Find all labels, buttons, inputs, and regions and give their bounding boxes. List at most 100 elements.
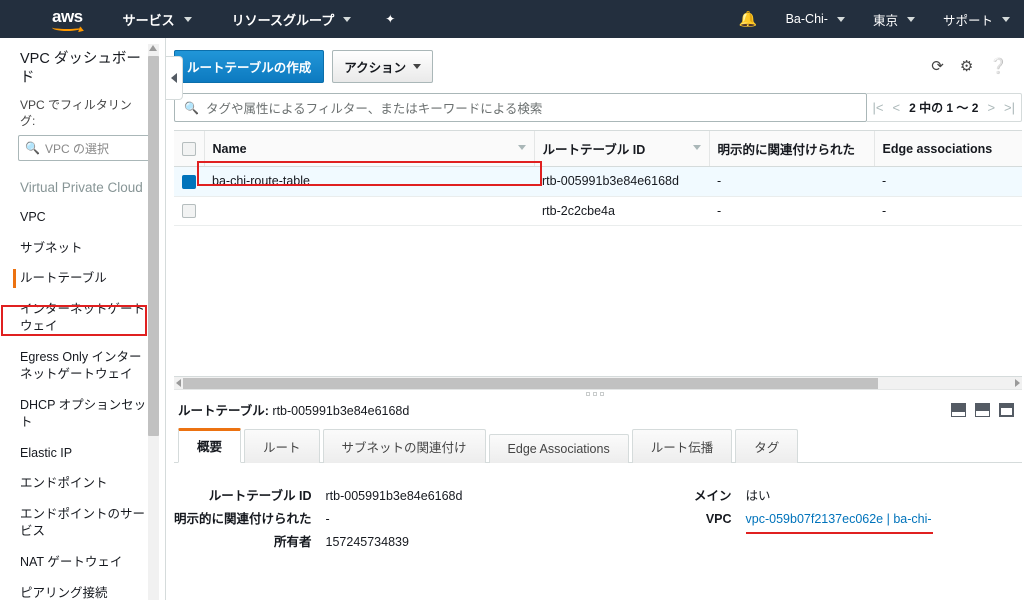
- page-title: VPC ダッシュボード: [20, 51, 141, 87]
- panel-full-icon[interactable]: [999, 402, 1014, 417]
- scroll-left-arrow-icon[interactable]: [176, 379, 181, 387]
- route-tables-table-container: Name ルートテーブル ID 明示的に関連付けられた Edge associa…: [174, 130, 1022, 377]
- nav-resource-groups-label: リソースグループ: [231, 12, 335, 28]
- grip-dot: [586, 392, 590, 396]
- column-header-edge-associations[interactable]: Edge associations: [873, 131, 1022, 167]
- sidebar-item-elastic-ips[interactable]: Elastic IP: [0, 438, 165, 469]
- label-explicit-association: 明示的に関連付けられた: [174, 512, 312, 527]
- table-row[interactable]: rtb-2c2cbe4a - -: [174, 196, 1022, 227]
- gear-icon[interactable]: ⚙: [960, 59, 973, 74]
- table-row[interactable]: ba-chi-route-table rtb-005991b3e84e6168d…: [174, 166, 1022, 197]
- sidebar: VPC ダッシュボード VPC でフィルタリング: 🔍 VPC の選択 Virt…: [0, 38, 166, 600]
- detail-panel-title-value: rtb-005991b3e84e6168d: [272, 404, 410, 418]
- row-select-cell[interactable]: [174, 196, 204, 227]
- nav-services[interactable]: サービス: [123, 10, 192, 29]
- column-header-explicit-association[interactable]: 明示的に関連付けられた: [708, 131, 874, 167]
- sidebar-item-endpoint-services[interactable]: エンドポイントのサービス: [0, 499, 165, 547]
- column-header-name[interactable]: Name: [203, 131, 534, 167]
- vpc-filter-label: VPC でフィルタリング:: [20, 98, 132, 128]
- create-route-table-button[interactable]: ルートテーブルの作成: [174, 50, 325, 83]
- sidebar-item-endpoints[interactable]: エンドポイント: [0, 468, 165, 499]
- panel-bottom-icon[interactable]: [951, 402, 966, 417]
- chevron-down-icon: [413, 64, 422, 69]
- column-header-route-table-id[interactable]: ルートテーブル ID: [533, 131, 709, 167]
- actions-button-label: アクション: [344, 61, 407, 75]
- column-header-route-table-id-label: ルートテーブル ID: [542, 143, 646, 157]
- nav-services-label: サービス: [122, 12, 175, 28]
- value-main: はい: [745, 489, 771, 503]
- column-header-explicit-association-label: 明示的に関連付けられた: [717, 143, 856, 157]
- chevron-down-icon: [183, 16, 192, 22]
- row-select-cell[interactable]: [174, 166, 204, 197]
- aws-logo[interactable]: aws: [52, 8, 83, 31]
- sidebar-item-subnets[interactable]: サブネット: [0, 233, 165, 264]
- detail-panel-body: ルートテーブル ID 明示的に関連付けられた 所有者 rtb-005991b3e…: [174, 463, 1022, 554]
- nav-resource-groups[interactable]: リソースグループ: [232, 10, 352, 29]
- chevron-left-icon: [171, 73, 177, 83]
- sidebar-scrollbar-thumb[interactable]: [148, 56, 159, 436]
- search-input-placeholder: タグや属性によるフィルター、またはキーワードによる検索: [205, 102, 543, 116]
- chevron-down-icon: [1002, 16, 1010, 22]
- detail-right-labels: メイン VPC: [694, 485, 732, 554]
- select-all-checkbox[interactable]: [182, 141, 196, 156]
- nav-support-menu[interactable]: サポート: [943, 10, 1010, 29]
- row-explicit-association: -: [709, 196, 874, 227]
- row-edge-association: -: [874, 166, 1022, 197]
- row-checkbox[interactable]: [182, 204, 196, 219]
- column-header-name-label: Name: [212, 141, 247, 156]
- pagination-range: 2 中の 1 ～ 2: [909, 101, 979, 115]
- row-name: [204, 196, 534, 227]
- row-checkbox[interactable]: [182, 174, 196, 189]
- tab-route-propagation[interactable]: ルート伝播: [631, 429, 733, 463]
- filter-bar: 🔍 タグや属性によるフィルター、またはキーワードによる検索 |< < 2 中の …: [166, 93, 1024, 122]
- sidebar-item-nat-gateways[interactable]: NAT ゲートウェイ: [0, 547, 165, 578]
- actions-button[interactable]: アクション: [332, 50, 434, 83]
- pin-icon[interactable]: ✦: [385, 12, 395, 26]
- horizontal-scrollbar-thumb[interactable]: [183, 378, 879, 389]
- detail-right-column: メイン VPC はい vpc-059b07f2137ec062e | ba-ch…: [694, 485, 933, 554]
- sidebar-item-route-tables[interactable]: ルートテーブル: [0, 263, 165, 294]
- aws-logo-text: aws: [52, 6, 83, 26]
- panel-resize-grip[interactable]: [586, 392, 604, 396]
- table-horizontal-scrollbar[interactable]: [174, 377, 1022, 390]
- sidebar-item-egress-only-internet-gateways[interactable]: Egress Only インターネットゲートウェイ: [0, 342, 165, 390]
- chevron-down-icon: [343, 16, 352, 22]
- tab-tags[interactable]: タグ: [735, 429, 799, 463]
- panel-layout-buttons: [951, 402, 1022, 417]
- prev-page-icon[interactable]: <: [892, 100, 900, 115]
- bell-icon[interactable]: 🔔: [739, 10, 758, 28]
- refresh-icon[interactable]: ⟳: [931, 59, 944, 74]
- scroll-up-arrow-icon[interactable]: [149, 45, 157, 51]
- sidebar-collapse-button[interactable]: [166, 56, 183, 100]
- tab-overview[interactable]: 概要: [178, 428, 242, 463]
- sidebar-item-vpc[interactable]: VPC: [0, 202, 165, 233]
- vpc-select-input[interactable]: 🔍 VPC の選択: [18, 135, 151, 162]
- last-page-icon[interactable]: >|: [1004, 100, 1015, 115]
- first-page-icon[interactable]: |<: [873, 100, 884, 115]
- main-content: ルートテーブルの作成 アクション ⟳ ⚙ ❔ 🔍 タグや属性によるフィルター、ま…: [166, 38, 1024, 600]
- select-all-header[interactable]: [174, 131, 204, 167]
- nav-region-menu[interactable]: 東京: [873, 10, 915, 29]
- tab-subnet-associations[interactable]: サブネットの関連付け: [322, 429, 486, 463]
- sidebar-item-internet-gateways[interactable]: インターネットゲートウェイ: [0, 294, 165, 342]
- tab-edge-associations[interactable]: Edge Associations: [488, 434, 629, 463]
- panel-split-icon[interactable]: [975, 402, 990, 417]
- toolbar: ルートテーブルの作成 アクション ⟳ ⚙ ❔: [166, 38, 1024, 93]
- search-input[interactable]: 🔍 タグや属性によるフィルター、またはキーワードによる検索: [174, 93, 867, 122]
- sidebar-item-dhcp-options-sets[interactable]: DHCP オプションセット: [0, 390, 165, 438]
- value-vpc-link[interactable]: vpc-059b07f2137ec062e | ba-chi-: [746, 512, 932, 526]
- nav-region-label: 東京: [872, 13, 898, 28]
- nav-account-menu[interactable]: Ba-Chi-: [786, 12, 845, 26]
- value-explicit-association: -: [325, 512, 330, 527]
- sidebar-item-peering-connections[interactable]: ピアリング接続: [0, 578, 165, 600]
- next-page-icon[interactable]: >: [987, 100, 995, 115]
- chevron-down-icon: [906, 16, 915, 22]
- scroll-right-arrow-icon[interactable]: [1015, 379, 1020, 387]
- chevron-down-icon: [836, 16, 845, 22]
- label-route-table-id: ルートテーブル ID: [208, 489, 312, 503]
- tab-routes[interactable]: ルート: [244, 429, 320, 463]
- help-icon[interactable]: ❔: [989, 59, 1008, 74]
- detail-tabs: 概要 ルート サブネットの関連付け Edge Associations ルート伝…: [174, 427, 1022, 463]
- label-vpc: VPC: [705, 512, 732, 527]
- search-icon: 🔍: [184, 100, 199, 115]
